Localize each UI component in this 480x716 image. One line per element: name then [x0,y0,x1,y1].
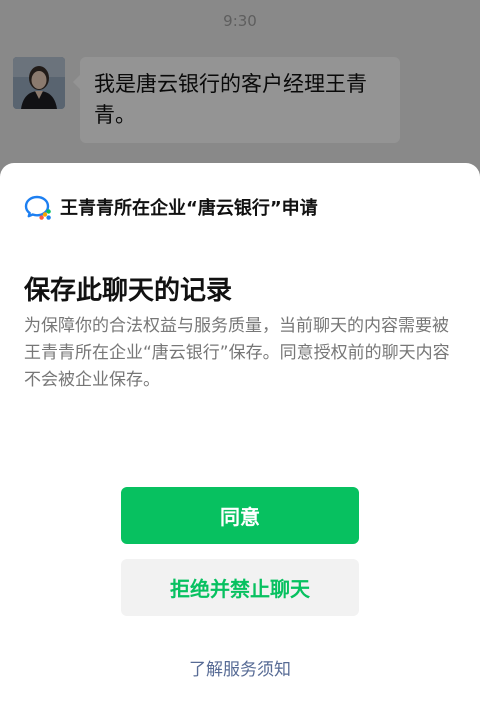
sheet-header: 王青青所在企业“唐云银行”申请 [24,193,318,221]
authorization-sheet: 王青青所在企业“唐云银行”申请 保存此聊天的记录 为保障你的合法权益与服务质量，… [0,163,480,716]
wecom-logo-icon [24,195,51,220]
service-terms-link[interactable]: 了解服务须知 [0,655,480,680]
agree-button[interactable]: 同意 [121,487,359,544]
sheet-description: 为保障你的合法权益与服务质量，当前聊天的内容需要被王青青所在企业“唐云银行”保存… [24,316,450,390]
enterprise-request-label: 王青青所在企业“唐云银行”申请 [60,198,318,219]
reject-and-block-button[interactable]: 拒绝并禁止聊天 [121,559,359,616]
sheet-title: 保存此聊天的记录 [24,276,233,306]
chat-screen: 9:30 我是唐云银行的客户经理王青青。 王青青所在企业“唐云银行”申请 保存此… [0,0,480,716]
